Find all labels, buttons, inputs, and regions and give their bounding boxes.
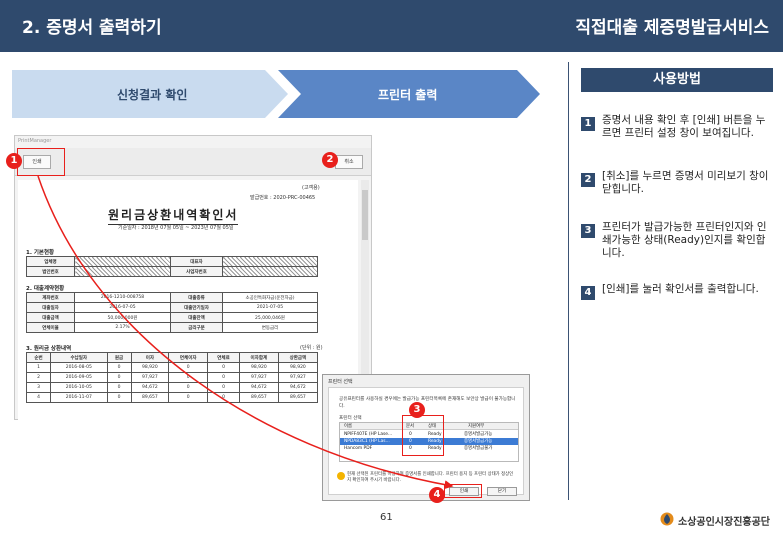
info-icon bbox=[337, 472, 345, 480]
vertical-divider bbox=[568, 62, 569, 500]
callout-badge: 4 bbox=[429, 487, 445, 503]
table-row: 3 2016-10-05 0 94,672 0 0 94,672 94,672 bbox=[25, 382, 319, 393]
certificate-document: (고객용) 발급번호 : 2020-PRC-00465 원리금상환내역확인서 기… bbox=[18, 180, 358, 420]
repayment-table: 순번 수납일자 원금 이자 연체이자 연체료 이자합계 상환금액 1 2016-08-05… bbox=[25, 352, 319, 403]
highlight-print-button bbox=[17, 148, 65, 176]
dialog-close-button[interactable]: 닫기 bbox=[487, 487, 517, 496]
step-printer-output: 프린터 출력 bbox=[278, 70, 540, 118]
callout-badge: 2 bbox=[322, 152, 338, 168]
step-label: 프린터 출력 bbox=[378, 88, 438, 102]
step-number: 3 bbox=[581, 224, 595, 238]
organization-name: 소상공인시장진흥공단 bbox=[678, 517, 770, 528]
step-number: 1 bbox=[581, 117, 595, 131]
cancel-button[interactable]: 취소 bbox=[335, 155, 363, 169]
step-result-check: 신청결과 확인 bbox=[12, 70, 288, 118]
section-title: 2. 증명서 출력하기 bbox=[22, 18, 162, 38]
table-row: 1 2016-08-05 0 98,920 0 0 98,920 98,920 bbox=[25, 362, 319, 373]
service-title: 직접대출 제증명발급서비스 bbox=[575, 18, 769, 38]
howto-title: 사용방법 bbox=[581, 68, 773, 92]
print-viewer-window: PrintManager 인쇄 취소 (고객용) 발급번호 : 2020-PRC… bbox=[14, 135, 372, 420]
dialog-title: 프린터 선택 bbox=[328, 379, 353, 385]
page-number: 61 bbox=[380, 512, 393, 523]
highlight-dialog-print bbox=[444, 484, 482, 498]
window-title: PrintManager bbox=[18, 138, 52, 144]
issue-number: 발급번호 : 2020-PRC-00465 bbox=[250, 195, 316, 201]
table-row: 4 2016-11-07 0 89,657 0 0 89,657 89,657 bbox=[25, 392, 319, 403]
step-text: 프린터가 발급가능한 프린터인지와 인쇄가능한 상태(Ready)인지를 확인합… bbox=[602, 221, 767, 259]
dialog-footer-note: 현재 선택된 프린터를 이용하여 증명서를 인쇄합니다. 프린터 용지 등 프린… bbox=[347, 472, 514, 483]
viewer-toolbar: 인쇄 취소 bbox=[15, 148, 371, 176]
step-text: 증명서 내용 확인 후 [인쇄] 버튼을 누르면 프린터 설정 창이 보여집니다… bbox=[602, 114, 766, 139]
unit-label: (단위 : 원) bbox=[300, 345, 323, 351]
scroll-thumb[interactable] bbox=[362, 190, 368, 240]
step-text: [인쇄]를 눌러 확인서를 출력합니다. bbox=[602, 283, 759, 295]
printer-list-label: 프린터 선택 bbox=[339, 416, 362, 421]
section-repayment: 3. 원리금 상환내역 bbox=[26, 346, 72, 352]
section-contract: 2. 대출계약현황 bbox=[26, 286, 65, 292]
reference-period: 기준일자 : 2018년 07월 05일 ~ 2023년 07월 05일 bbox=[118, 225, 234, 231]
callout-badge: 1 bbox=[6, 153, 22, 169]
dialog-message: 공유프린터를 사용하실 경우에는 발급가능 프린터목록에 존재해도 보안상 발급… bbox=[339, 397, 516, 409]
step-number: 4 bbox=[581, 286, 595, 300]
section-basic: 1. 기본현황 bbox=[26, 250, 55, 256]
callout-badge: 3 bbox=[409, 402, 425, 418]
basic-info-table: 업체명 대표자 법인번호 사업자번호 bbox=[26, 256, 318, 277]
contract-table: 계좌번호 2016-1210-008758 대출종류 소공인특화자금(운전자금) 대출… bbox=[26, 292, 318, 333]
step-number: 2 bbox=[581, 173, 595, 187]
step-text: [취소]를 누르면 증명서 미리보기 창이 닫힙니다. bbox=[602, 170, 769, 195]
customer-copy-label: (고객용) bbox=[302, 185, 320, 191]
table-row: 2 2016-09-05 0 97,927 0 0 97,927 97,927 bbox=[25, 372, 319, 383]
leaf-logo-icon bbox=[660, 512, 674, 526]
page-header: 2. 증명서 출력하기 직접대출 제증명발급서비스 bbox=[0, 0, 783, 52]
highlight-printer-status bbox=[402, 415, 444, 456]
document-title: 원리금상환내역확인서 bbox=[108, 206, 239, 225]
step-label: 신청결과 확인 bbox=[117, 88, 188, 102]
